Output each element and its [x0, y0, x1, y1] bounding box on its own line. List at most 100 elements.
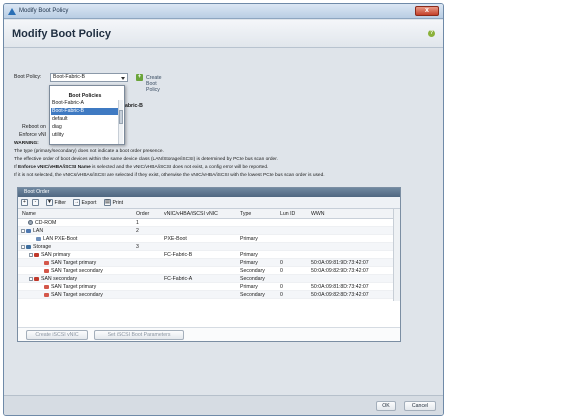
row-lun: 0	[280, 292, 283, 298]
column-header-name[interactable]: Name	[22, 211, 36, 217]
san-icon	[34, 276, 39, 281]
row-name: SAN primary	[41, 252, 71, 258]
collapse-toggle-icon[interactable]: -	[21, 244, 25, 249]
warning-title: WARNING:	[14, 141, 39, 146]
row-wwn: 50:0A:09:82:9D:73:42:07	[311, 268, 369, 274]
column-header-order[interactable]: Order	[136, 211, 149, 217]
row-name: SAN Target secondary	[51, 268, 103, 274]
scroll-thumb[interactable]	[119, 110, 123, 124]
row-name-cell: CD-ROM	[28, 220, 56, 226]
table-row[interactable]: SAN Target primary Primary 0 50:0A:09:81…	[18, 283, 394, 291]
table-row[interactable]: - SAN primary FC-Fabric-B Primary	[18, 251, 394, 259]
row-name-cell: SAN Target secondary	[44, 292, 103, 298]
row-type: Primary	[240, 252, 258, 258]
boot-order-actions: Create iSCSI vNIC Set iSCSI Boot Paramet…	[18, 327, 400, 341]
column-header-vnic[interactable]: vNIC/vHBA/iSCSI vNIC	[164, 211, 218, 217]
row-order: 3	[136, 244, 139, 250]
ok-button[interactable]: OK	[376, 401, 396, 411]
table-scrollbar[interactable]	[393, 209, 400, 301]
row-name-cell: SAN Target secondary	[44, 268, 103, 274]
dropdown-item-selected[interactable]: Boot-Fabric-B	[51, 108, 119, 115]
close-button[interactable]: x	[415, 6, 439, 16]
print-button[interactable]: ▤ Print	[104, 199, 123, 207]
lan-icon	[26, 228, 31, 233]
boot-order-title: Boot Order	[18, 188, 400, 197]
dropdown-item[interactable]: Boot-Fabric-A	[51, 100, 119, 107]
boot-policy-dropdown[interactable]: Boot Policies Boot-Fabric-A Boot-Fabric-…	[49, 85, 125, 145]
row-name: SAN Target primary	[51, 284, 97, 290]
dropdown-item[interactable]: diag	[51, 124, 119, 131]
storage-icon	[26, 244, 31, 249]
expand-all-button[interactable]: +	[21, 199, 28, 207]
row-wwn: 50:0A:09:81:9D:73:42:07	[311, 260, 369, 266]
row-name: Storage	[33, 244, 52, 250]
san-target-icon	[44, 260, 49, 265]
table-row[interactable]: LAN PXE-Boot PXE-Boot Primary	[18, 235, 394, 243]
export-button[interactable]: → Export	[73, 199, 96, 207]
table-row[interactable]: - Storage 3	[18, 243, 394, 251]
collapse-toggle-icon[interactable]: -	[29, 276, 33, 281]
row-vnic: FC-Fabric-A	[164, 276, 193, 282]
warning-line: If it is not selected, the vNICs/vHBAs/i…	[14, 173, 325, 178]
create-iscsi-vnic-button[interactable]: Create iSCSI vNIC	[26, 330, 88, 340]
filter-button[interactable]: ▼ Filter	[46, 199, 66, 207]
table-row[interactable]: - SAN secondary FC-Fabric-A Secondary	[18, 275, 394, 283]
boot-order-panel: Boot Order + - ▼ Filter → Export ▤ Print…	[17, 187, 401, 342]
title-bar[interactable]: Modify Boot Policy x	[4, 4, 443, 19]
network-adapter-icon	[36, 236, 41, 241]
row-type: Secondary	[240, 276, 265, 282]
set-iscsi-boot-parameters-button[interactable]: Set iSCSI Boot Parameters	[94, 330, 184, 340]
row-lun: 0	[280, 284, 283, 290]
chevron-down-icon[interactable]	[121, 77, 125, 80]
row-order: 2	[136, 228, 139, 234]
table-row[interactable]: - LAN 2	[18, 227, 394, 235]
row-name: LAN	[33, 228, 44, 234]
row-lun: 0	[280, 268, 283, 274]
row-name-cell: SAN Target primary	[44, 260, 96, 266]
page-header: Modify Boot Policy ?	[4, 20, 443, 48]
table-row[interactable]: SAN Target secondary Secondary 0 50:0A:0…	[18, 267, 394, 275]
collapse-all-button[interactable]: -	[32, 199, 39, 207]
column-header-lunid[interactable]: Lun ID	[280, 211, 295, 217]
warning-line: The effective order of boot devices with…	[14, 157, 278, 162]
warning-line: If Enforce vNIC/vHBA/iSCSI Name is selec…	[14, 165, 268, 170]
row-name-cell: LAN PXE-Boot	[36, 236, 77, 242]
san-icon	[34, 252, 39, 257]
row-name-cell: SAN Target primary	[44, 284, 96, 290]
dropdown-item[interactable]: utility	[51, 132, 119, 139]
table-row[interactable]: SAN Target secondary Secondary 0 50:0A:0…	[18, 291, 394, 299]
page-title: Modify Boot Policy	[12, 28, 111, 40]
row-type: Secondary	[240, 292, 265, 298]
row-vnic: FC-Fabric-B	[164, 252, 193, 258]
dropdown-item[interactable]: default	[51, 116, 119, 123]
row-lun: 0	[280, 260, 283, 266]
create-boot-policy-link[interactable]: Create Boot Policy	[146, 75, 162, 93]
column-header-wwn[interactable]: WWN	[311, 211, 325, 217]
row-name-cell: - LAN	[21, 228, 43, 234]
boot-policy-select[interactable]: Boot-Fabric-B	[50, 73, 128, 82]
row-type: Primary	[240, 284, 258, 290]
row-type: Secondary	[240, 268, 265, 274]
table-row[interactable]: CD-ROM 1	[18, 219, 394, 227]
cancel-button[interactable]: Cancel	[404, 401, 436, 411]
dropdown-scrollbar[interactable]	[118, 100, 123, 144]
reboot-label-partial: Reboot on	[22, 124, 46, 130]
minus-icon: -	[32, 199, 39, 207]
san-target-icon	[44, 292, 49, 297]
collapse-toggle-icon[interactable]: -	[29, 252, 33, 257]
row-name: LAN PXE-Boot	[43, 236, 78, 242]
help-icon[interactable]: ?	[428, 30, 435, 37]
filter-icon: ▼	[46, 199, 53, 207]
table-row[interactable]: SAN Target primary Primary 0 50:0A:09:81…	[18, 259, 394, 267]
column-header-type[interactable]: Type	[240, 211, 251, 217]
enforce-label-partial: Enforce vNI	[19, 132, 47, 138]
modify-boot-policy-window: Modify Boot Policy x Modify Boot Policy …	[3, 3, 444, 416]
collapse-toggle-icon[interactable]: -	[21, 228, 25, 233]
warning-bold: Enforce vNIC/vHBA/iSCSI Name	[18, 165, 91, 170]
row-name: SAN Target primary	[51, 260, 97, 266]
warning-line: The type (primary/secondary) does not in…	[14, 149, 164, 154]
row-wwn: 50:0A:09:81:8D:73:42:07	[311, 284, 369, 290]
row-name: SAN Target secondary	[51, 292, 103, 298]
cd-rom-icon	[28, 220, 33, 226]
plus-icon[interactable]: +	[136, 74, 143, 81]
